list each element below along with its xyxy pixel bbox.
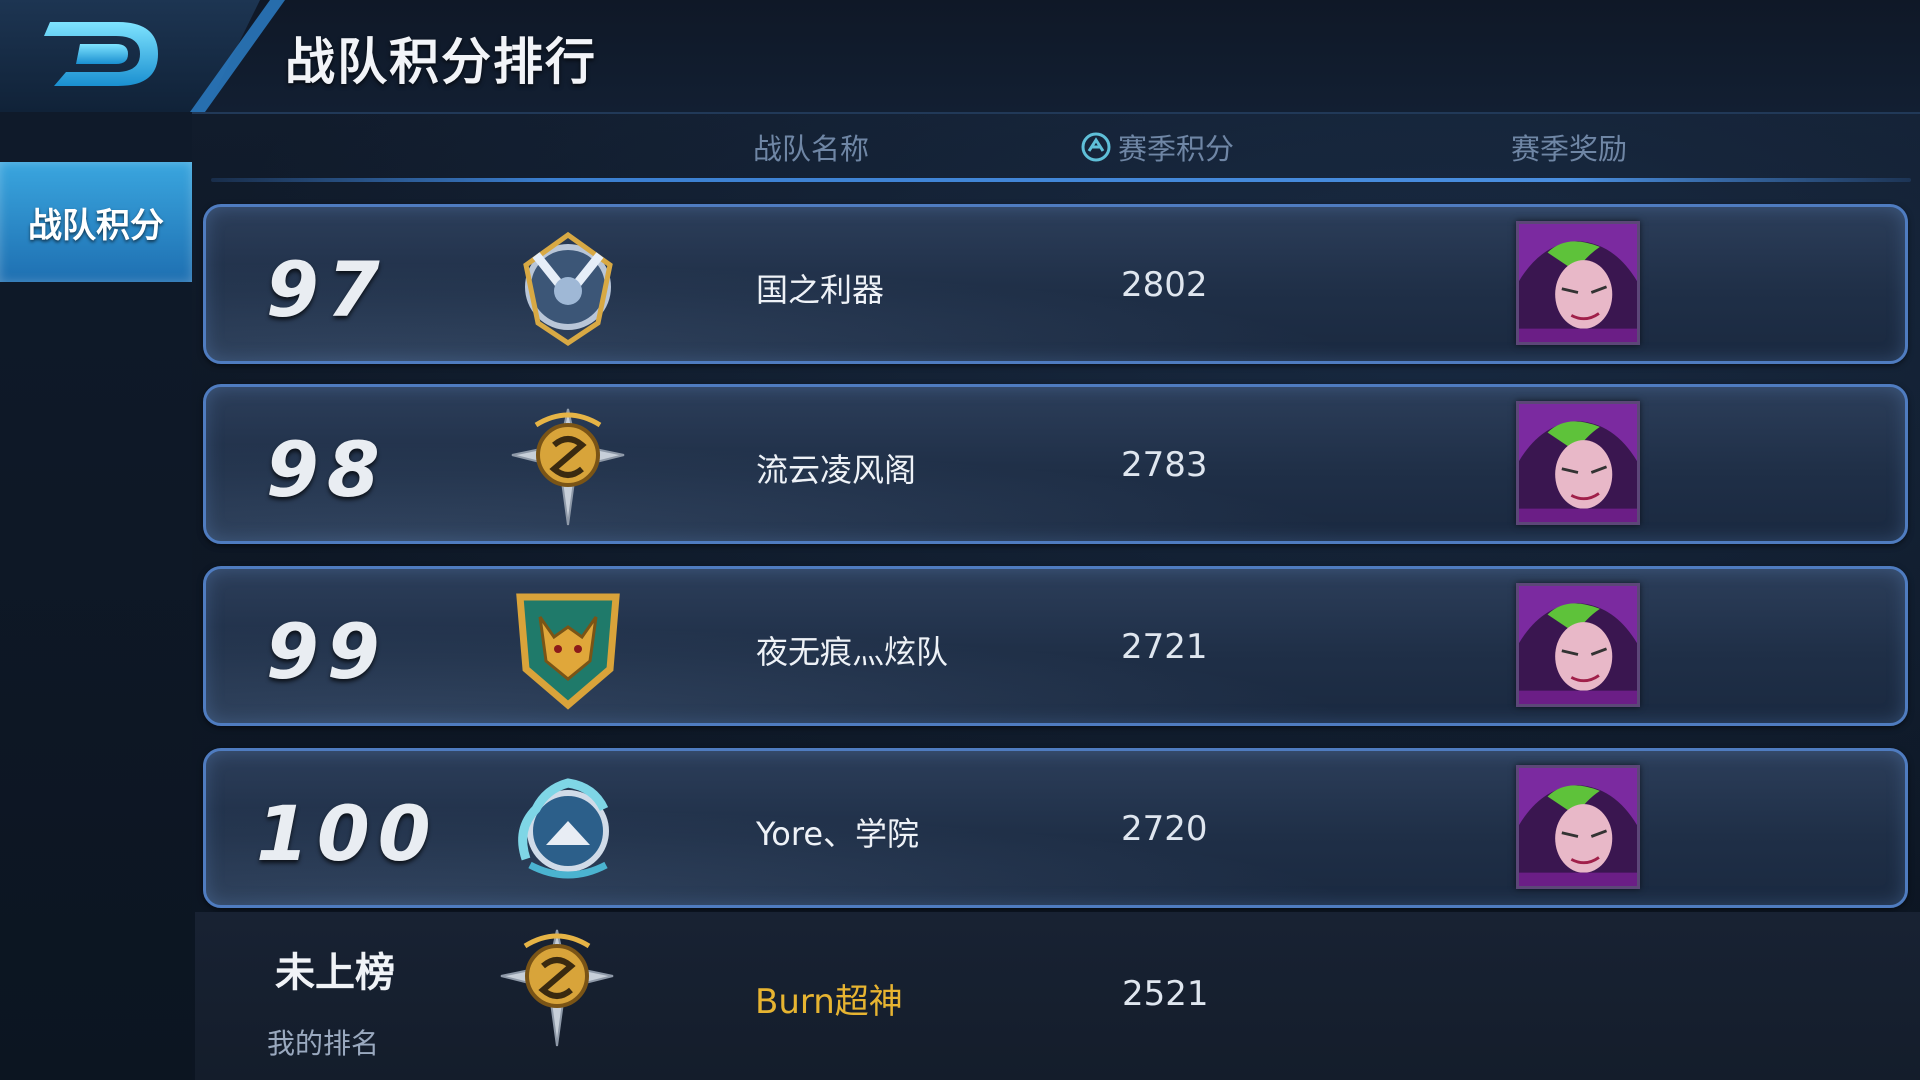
reward-hero-portrait-icon[interactable]: [1516, 401, 1640, 525]
gold-wolf-shield-icon: [516, 593, 620, 710]
rank-number: 99: [266, 607, 388, 696]
team-name: 夜无痕灬炫队: [756, 633, 949, 671]
gold-serpent-crest-icon: [500, 929, 614, 1047]
team-score: 2802: [1121, 265, 1208, 305]
reward-hero-portrait-icon[interactable]: [1516, 221, 1640, 345]
column-headers: 战队名称 赛季积分 赛季奖励: [195, 112, 1920, 182]
header-bar: 战队积分排行: [0, 0, 1920, 114]
team-score: 2720: [1121, 809, 1208, 849]
back-arrow-icon[interactable]: [40, 14, 170, 94]
my-ranking-row: 未上榜 我的排名 Burn超神 2521: [195, 912, 1920, 1080]
ranking-panel: 战队名称 赛季积分 赛季奖励 97 国之利器 2802 98 流云凌风阁 278…: [195, 112, 1920, 1080]
rank-number: 97: [266, 245, 388, 334]
page-title: 战队积分排行: [285, 33, 597, 91]
column-header-season-reward: 赛季奖励: [1511, 132, 1628, 166]
header-slash-decoration: [190, 0, 285, 112]
silver-wing-crest-icon: [523, 231, 613, 347]
header-divider: [211, 178, 1911, 182]
my-team-name: Burn超神: [755, 982, 903, 1022]
team-ranking-screen: 战队积分排行 战队积分 战队名称 赛季积分 赛季奖励 97 国之利器 2802 …: [0, 0, 1920, 1080]
ranking-row[interactable]: 100 Yore、学院 2720: [203, 748, 1908, 908]
column-header-team-name: 战队名称: [753, 132, 870, 166]
rank-number: 98: [266, 425, 388, 514]
my-team-score: 2521: [1122, 974, 1209, 1014]
reward-hero-portrait-icon[interactable]: [1516, 583, 1640, 707]
rank-number: 100: [256, 789, 439, 878]
team-name: 流云凌风阁: [756, 451, 917, 489]
ranking-row[interactable]: 97 国之利器 2802: [203, 204, 1908, 364]
reward-hero-portrait-icon[interactable]: [1516, 765, 1640, 889]
sidebar: 战队积分: [0, 112, 192, 1080]
column-header-season-score: 赛季积分: [1080, 126, 1234, 168]
my-rank-status: 未上榜: [275, 950, 395, 996]
team-name: Yore、学院: [756, 815, 920, 853]
my-rank-label: 我的排名: [267, 1027, 380, 1060]
score-emblem-icon: [1081, 132, 1111, 162]
ranking-row[interactable]: 99 夜无痕灬炫队 2721: [203, 566, 1908, 726]
blue-dragon-crest-icon: [518, 778, 609, 879]
sidebar-tab-team-score[interactable]: 战队积分: [0, 162, 192, 282]
column-header-season-score-label: 赛季积分: [1118, 132, 1235, 166]
team-score: 2721: [1121, 627, 1208, 667]
gold-serpent-crest-icon: [511, 408, 625, 526]
team-name: 国之利器: [756, 271, 885, 309]
team-score: 2783: [1121, 445, 1208, 485]
ranking-row[interactable]: 98 流云凌风阁 2783: [203, 384, 1908, 544]
